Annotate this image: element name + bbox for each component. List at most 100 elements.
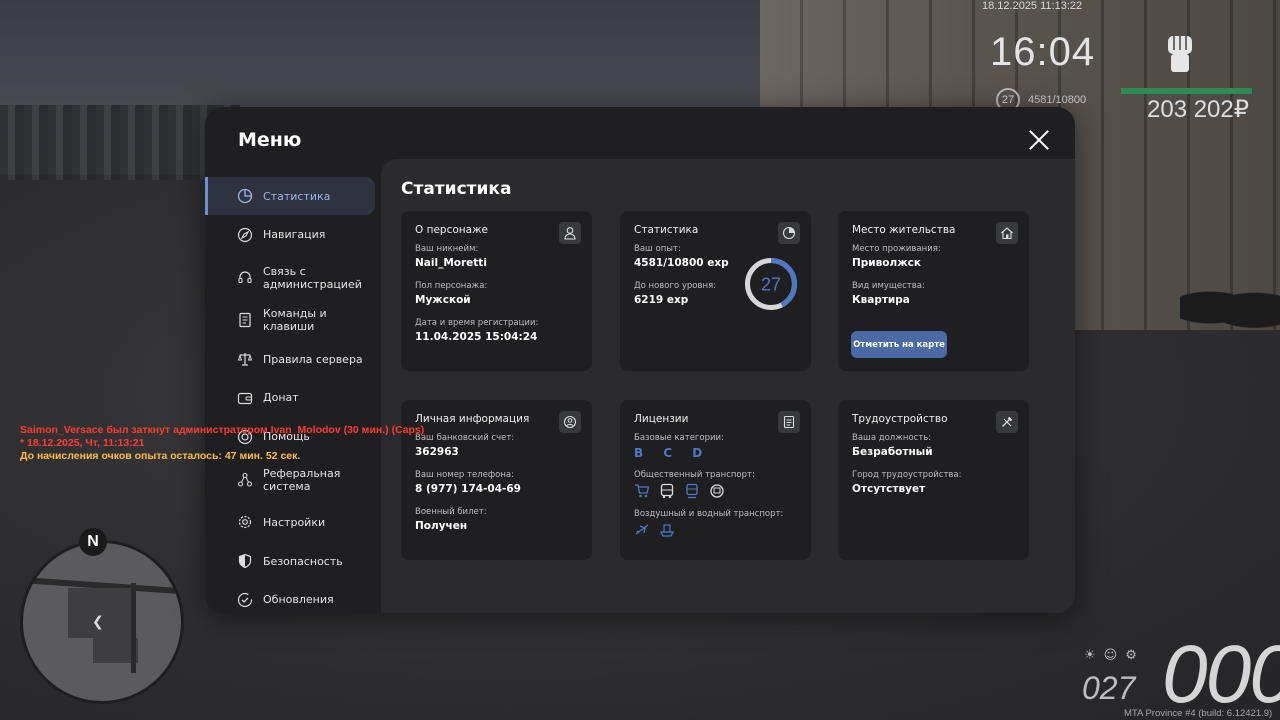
card-title: Трудоустройство bbox=[852, 413, 948, 425]
boat-icon bbox=[659, 524, 675, 537]
tools-icon bbox=[996, 411, 1018, 433]
card-title: Личная информация bbox=[415, 413, 530, 425]
chat-log: Saimon_Versace был заткнут администратор… bbox=[20, 424, 424, 463]
bank-value: 362963 bbox=[415, 446, 459, 458]
wallet-icon bbox=[237, 392, 253, 405]
bank-label: Ваш банковский счет: bbox=[415, 433, 515, 443]
menu-sidebar: Статистика Навигация Связь с администрац… bbox=[205, 177, 375, 620]
menu-title: Меню bbox=[238, 129, 302, 151]
card-personal: Личная информация Ваш банковский счет: 3… bbox=[401, 400, 592, 560]
sidebar-item-updates[interactable]: Обновления bbox=[205, 581, 375, 619]
chat-line: * 18.12.2025, Чт, 11:13:21 bbox=[20, 437, 145, 449]
menu-window: Меню Статистика Навигация Связь с админи… bbox=[205, 107, 1075, 613]
hud-money: 203 202₽ bbox=[1147, 96, 1250, 123]
content-title: Статистика bbox=[401, 179, 512, 199]
license-icon bbox=[778, 411, 800, 433]
sidebar-item-label: Навигация bbox=[263, 228, 326, 242]
property-label: Вид имущества: bbox=[852, 281, 925, 291]
house-icon bbox=[996, 222, 1018, 244]
sidebar-item-rules[interactable]: Правила сервера bbox=[205, 340, 375, 378]
card-title: О персонаже bbox=[415, 224, 489, 236]
sidebar-item-statistics[interactable]: Статистика bbox=[205, 177, 375, 215]
sidebar-item-label: Настройки bbox=[263, 515, 326, 529]
headlight-icon: ☀ bbox=[1084, 648, 1096, 663]
hud-health-bar bbox=[1121, 88, 1253, 94]
place-value: Приволжск bbox=[852, 257, 922, 269]
public-transport-label: Общественный транспорт: bbox=[634, 470, 755, 480]
pie-chart-icon bbox=[237, 188, 253, 204]
sidebar-item-label: Правила сервера bbox=[263, 352, 363, 366]
headset-icon bbox=[238, 271, 252, 283]
city-label: Город трудоустройства: bbox=[852, 470, 962, 480]
card-title: Статистика bbox=[634, 224, 699, 236]
shopping-cart-icon bbox=[635, 484, 650, 498]
card-title: Место жительства bbox=[852, 224, 956, 236]
sidebar-item-donate[interactable]: Донат bbox=[205, 379, 375, 417]
nickname-label: Ваш никнейм: bbox=[415, 244, 479, 254]
hud-clock: 16:04 bbox=[990, 30, 1096, 74]
minimap-road bbox=[131, 583, 136, 673]
minimap-building bbox=[68, 588, 133, 638]
gender-label: Пол персонажа: bbox=[415, 281, 488, 291]
document-icon bbox=[239, 313, 251, 328]
registration-value: 11.04.2025 15:04:24 bbox=[415, 331, 538, 343]
engine-icon: ⚙ bbox=[1125, 648, 1137, 663]
base-categories-value: B C D bbox=[634, 446, 711, 460]
position-value: Безработный bbox=[852, 446, 933, 458]
speedometer-speed: 000 bbox=[1162, 629, 1280, 720]
clock-chart-icon bbox=[778, 222, 800, 244]
sidebar-item-label: Реферальная система bbox=[263, 466, 341, 493]
base-categories-label: Базовые категории: bbox=[634, 433, 724, 443]
sidebar-item-label: Безопасность bbox=[263, 554, 343, 568]
sidebar-item-security[interactable]: Безопасность bbox=[205, 542, 375, 580]
train-icon bbox=[686, 483, 698, 499]
air-water-label: Воздушный и водный транспорт: bbox=[634, 509, 784, 519]
close-icon[interactable] bbox=[1028, 129, 1050, 151]
hud-datetime: 18.12.2025 11:13:22 bbox=[982, 0, 1083, 12]
exp-label: Ваш опыт: bbox=[634, 244, 681, 254]
sidebar-item-referral[interactable]: Реферальная система bbox=[205, 457, 375, 503]
chat-line: До начисления очков опыта осталось: 47 м… bbox=[20, 450, 301, 462]
tram-icon bbox=[710, 484, 724, 498]
phone-label: Ваш номер телефона: bbox=[415, 470, 514, 480]
mark-on-map-button[interactable]: Отметить на карте bbox=[851, 331, 947, 358]
minimap-north-marker: N bbox=[79, 528, 107, 556]
user-icon bbox=[559, 222, 581, 244]
card-residence: Место жительства Место проживания: Приво… bbox=[838, 211, 1029, 371]
sidebar-item-commands[interactable]: Команды и клавиши bbox=[205, 301, 375, 339]
sidebar-item-label: Команды и клавиши bbox=[263, 307, 327, 334]
bus-icon bbox=[660, 483, 674, 499]
property-value: Квартира bbox=[852, 294, 910, 306]
registration-label: Дата и время регистрации: bbox=[415, 318, 539, 328]
sidebar-item-navigation[interactable]: Навигация bbox=[205, 216, 375, 254]
face-icon bbox=[559, 411, 581, 433]
seatbelt-icon: ☺ bbox=[1103, 648, 1118, 663]
gender-value: Мужской bbox=[415, 294, 471, 306]
place-label: Место проживания: bbox=[852, 244, 941, 254]
shield-icon bbox=[238, 554, 252, 569]
sidebar-item-contact-admin[interactable]: Связь с администрацией bbox=[205, 255, 375, 301]
card-character: О персонаже Ваш никнейм: Nail_Moretti По… bbox=[401, 211, 592, 371]
card-stats: Статистика Ваш опыт: 4581/10800 exp До н… bbox=[620, 211, 811, 371]
airplane-icon bbox=[635, 524, 649, 535]
sidebar-item-label: Связь с администрацией bbox=[263, 264, 362, 291]
fist-icon bbox=[1168, 36, 1192, 72]
air-water-icons bbox=[634, 522, 797, 538]
build-info: MTA Province #4 (build: 6.12421.9) bbox=[1124, 708, 1273, 719]
phone-value: 8 (977) 174-04-69 bbox=[415, 483, 521, 495]
vehicle-status-icons: ☀ ☺ ⚙ bbox=[1084, 648, 1137, 663]
network-icon bbox=[237, 472, 253, 487]
military-label: Военный билет: bbox=[415, 507, 487, 517]
hud-health-fill bbox=[1121, 88, 1252, 94]
nickname-value: Nail_Moretti bbox=[415, 257, 487, 269]
speedometer-gear: 027 bbox=[1082, 670, 1136, 706]
military-value: Получен bbox=[415, 520, 468, 532]
sidebar-item-settings[interactable]: Настройки bbox=[205, 503, 375, 541]
gear-icon bbox=[238, 516, 252, 529]
public-transport-icons bbox=[634, 483, 797, 499]
card-licenses: Лицензии Базовые категории: B C D Общест… bbox=[620, 400, 811, 560]
level-progress-ring: 27 bbox=[745, 258, 797, 310]
compass-icon bbox=[237, 227, 253, 242]
card-title: Лицензии bbox=[634, 413, 689, 425]
sidebar-item-label: Обновления bbox=[263, 593, 334, 607]
